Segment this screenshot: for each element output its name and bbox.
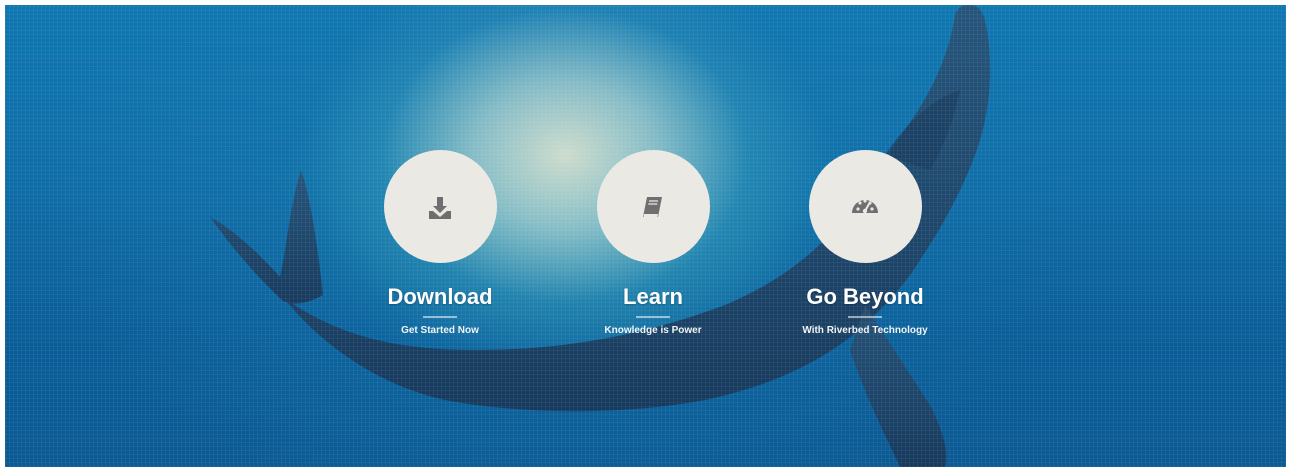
feature-title[interactable]: Download (320, 284, 560, 310)
feature-title[interactable]: Go Beyond (745, 284, 985, 310)
feature-title[interactable]: Learn (533, 284, 773, 310)
dashboard-icon (852, 198, 878, 213)
title-divider (423, 316, 457, 318)
download-icon (429, 196, 451, 219)
feature-download[interactable]: Download Get Started Now (320, 150, 560, 337)
feature-go-beyond[interactable]: Go Beyond With Riverbed Technology (745, 150, 985, 337)
go-beyond-circle-button[interactable] (808, 150, 922, 263)
feature-subtitle: Knowledge is Power (604, 325, 702, 336)
learn-circle-button[interactable] (596, 150, 710, 263)
title-divider (636, 316, 670, 318)
hero-banner: Download Get Started Now Learn Knowledge… (5, 5, 1286, 467)
book-icon (643, 196, 662, 217)
download-circle-button[interactable] (383, 150, 497, 263)
feature-subtitle: With Riverbed Technology (802, 325, 928, 336)
title-divider (848, 316, 882, 318)
feature-subtitle: Get Started Now (401, 325, 479, 336)
feature-learn[interactable]: Learn Knowledge is Power (533, 150, 773, 337)
